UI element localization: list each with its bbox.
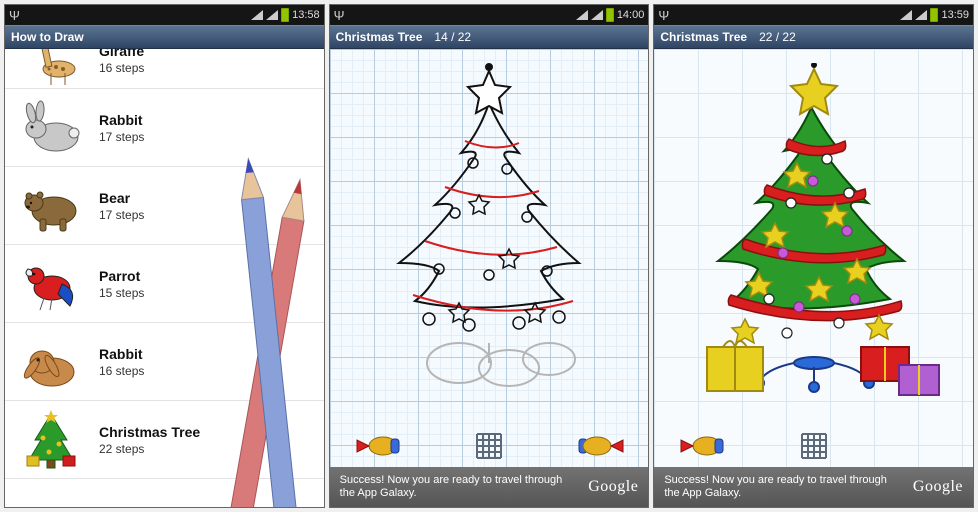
lesson-title: Christmas Tree xyxy=(336,30,423,44)
usb-icon: Ψ xyxy=(334,8,345,23)
list-item[interactable]: Christmas Tree 22 steps xyxy=(5,401,324,479)
ad-text: Success! Now you are ready to travel thr… xyxy=(340,474,581,500)
signal-icon xyxy=(591,10,603,20)
item-steps: 16 steps xyxy=(99,61,144,75)
signal-icon xyxy=(266,10,278,20)
item-steps: 15 steps xyxy=(99,286,144,300)
next-button[interactable] xyxy=(576,429,626,463)
item-steps: 17 steps xyxy=(99,130,144,144)
thumb-tree xyxy=(13,407,89,473)
ad-logo: Google xyxy=(588,478,638,496)
title-bar: Christmas Tree 14 / 22 xyxy=(330,25,649,49)
battery-icon xyxy=(930,8,938,22)
item-name: Parrot xyxy=(99,268,144,284)
status-bar: Ψ 13:58 xyxy=(5,5,324,25)
screen-list: Ψ 13:58 How to Draw Giraffe 16 steps xyxy=(4,4,325,508)
prev-button[interactable] xyxy=(352,429,402,463)
step-nav xyxy=(654,429,973,463)
tree-sketch xyxy=(359,63,619,393)
item-name: Rabbit xyxy=(99,346,144,362)
item-name: Giraffe xyxy=(99,49,144,59)
item-steps: 17 steps xyxy=(99,208,144,222)
grid-toggle[interactable] xyxy=(798,430,830,462)
signal-icon xyxy=(915,10,927,20)
title-bar: How to Draw xyxy=(5,25,324,49)
screen-step-22: Ψ 13:59 Christmas Tree 22 / 22 xyxy=(653,4,974,508)
item-name: Christmas Tree xyxy=(99,424,200,440)
tree-colored xyxy=(679,63,949,413)
thumb-bear xyxy=(13,173,89,239)
thumb-rabbit-brown xyxy=(13,329,89,395)
step-nav xyxy=(330,429,649,463)
clock: 14:00 xyxy=(617,9,645,21)
grid-toggle[interactable] xyxy=(473,430,505,462)
thumb-parrot xyxy=(13,251,89,317)
list-item[interactable]: Rabbit 16 steps xyxy=(5,323,324,401)
list-item[interactable]: Bear 17 steps xyxy=(5,167,324,245)
ad-text: Success! Now you are ready to travel thr… xyxy=(664,474,905,500)
screen-step-14: Ψ 14:00 Christmas Tree 14 / 22 xyxy=(329,4,650,508)
step-counter: 14 / 22 xyxy=(434,30,471,44)
list-item[interactable]: Giraffe 16 steps xyxy=(5,49,324,89)
lesson-title: Christmas Tree xyxy=(660,30,747,44)
usb-icon: Ψ xyxy=(9,8,20,23)
clock: 13:58 xyxy=(292,9,320,21)
app-title: How to Draw xyxy=(11,30,84,44)
clock: 13:59 xyxy=(941,9,969,21)
list-item[interactable]: Parrot 15 steps xyxy=(5,245,324,323)
ad-logo: Google xyxy=(913,478,963,496)
battery-icon xyxy=(606,8,614,22)
ad-banner[interactable]: Success! Now you are ready to travel thr… xyxy=(330,467,649,507)
wifi-icon xyxy=(900,10,912,20)
wifi-icon xyxy=(576,10,588,20)
drawing-list[interactable]: Giraffe 16 steps Rabbit 17 steps Bear xyxy=(5,49,324,507)
status-bar: Ψ 14:00 xyxy=(330,5,649,25)
step-counter: 22 / 22 xyxy=(759,30,796,44)
wifi-icon xyxy=(251,10,263,20)
item-steps: 22 steps xyxy=(99,442,200,456)
battery-icon xyxy=(281,8,289,22)
title-bar: Christmas Tree 22 / 22 xyxy=(654,25,973,49)
ad-banner[interactable]: Success! Now you are ready to travel thr… xyxy=(654,467,973,507)
item-name: Bear xyxy=(99,190,144,206)
item-steps: 16 steps xyxy=(99,364,144,378)
thumb-giraffe xyxy=(13,49,89,92)
prev-button[interactable] xyxy=(676,429,726,463)
item-name: Rabbit xyxy=(99,112,144,128)
status-bar: Ψ 13:59 xyxy=(654,5,973,25)
usb-icon: Ψ xyxy=(658,8,669,23)
list-item[interactable]: Rabbit 17 steps xyxy=(5,89,324,167)
thumb-rabbit-grey xyxy=(13,95,89,161)
